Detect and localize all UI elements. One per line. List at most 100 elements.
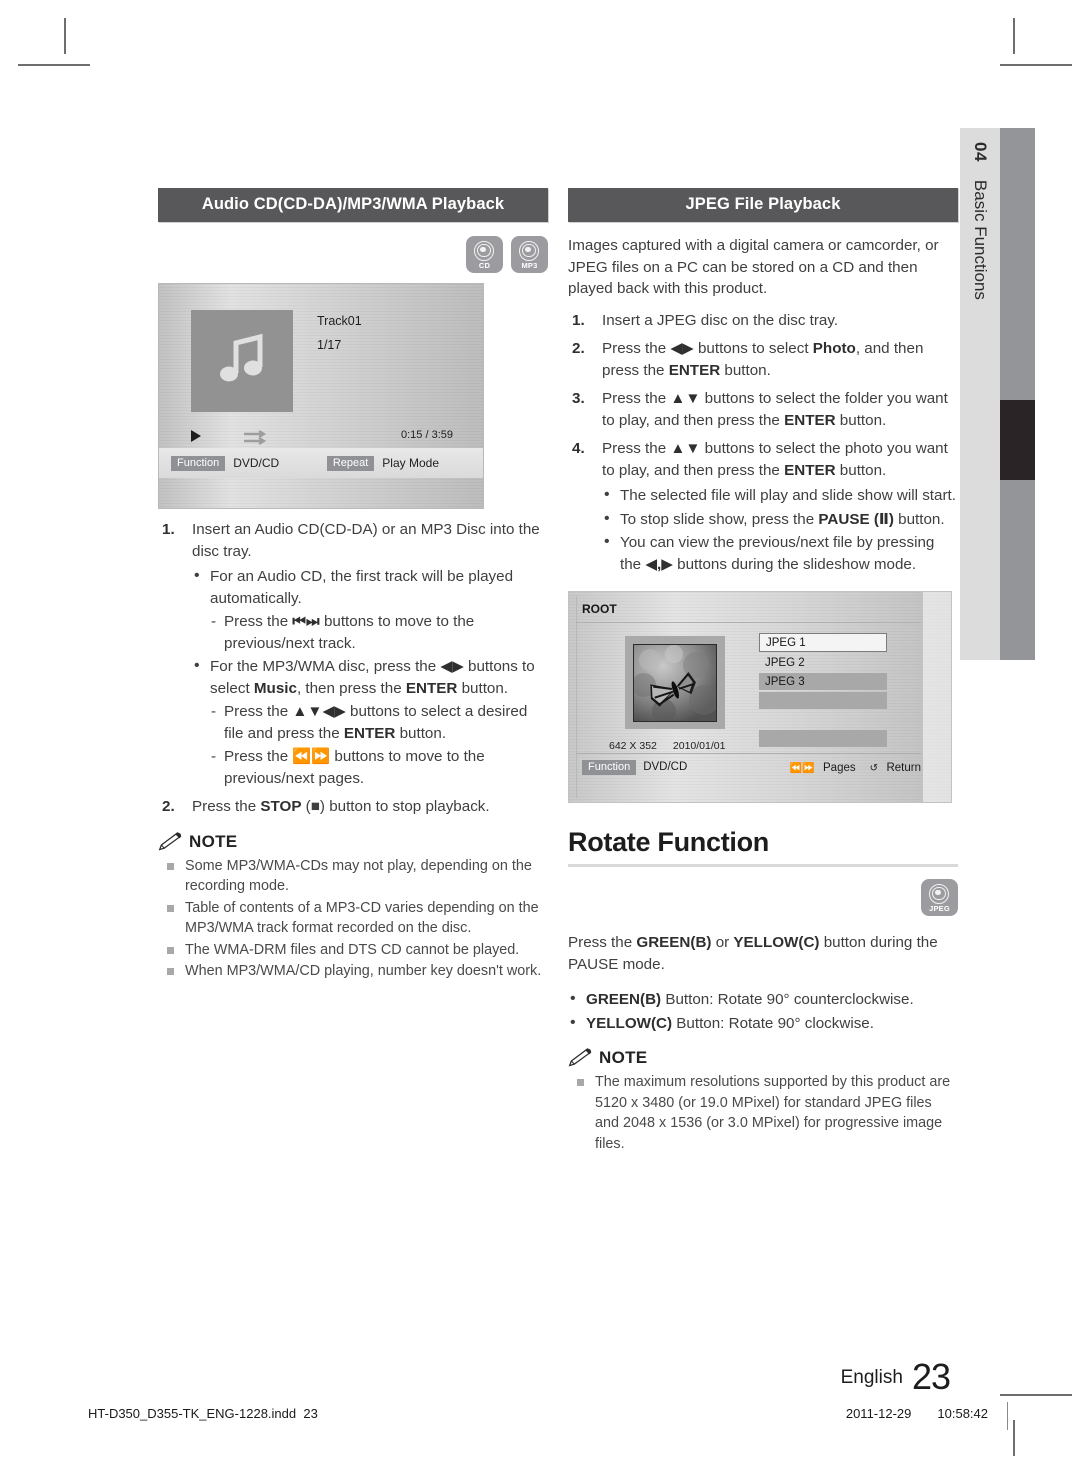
remote-button-symbol: ⏪⏩: [292, 748, 331, 765]
side-tab-active-marker: [1000, 400, 1035, 480]
rotate-bullets: GREEN(B) Button: Rotate 90° counterclock…: [568, 988, 958, 1034]
step-item: 1. Insert a JPEG disc on the disc tray.: [568, 310, 958, 332]
osd-file-item-empty: [759, 711, 887, 728]
osd-thumbnail-frame: [625, 636, 725, 729]
footer-language: English: [840, 1367, 903, 1388]
enter-button-label: ENTER: [405, 679, 458, 697]
page-footer: English 23: [0, 1356, 1080, 1398]
step-mid: buttons to select: [693, 340, 813, 357]
osd-footer-bar: Function DVD/CD Repeat Play Mode: [159, 448, 483, 478]
osd-control-row: 0:15 / 3:59: [191, 429, 453, 446]
music-note-icon: [220, 333, 263, 382]
bullet-item: The selected file will play and slide sh…: [602, 484, 958, 507]
osd-time-total: 3:59: [431, 429, 453, 441]
crop-mark-left-top: [18, 64, 90, 66]
menu-item-photo: Photo: [812, 340, 856, 357]
bullet-text-c: , then press the: [296, 679, 406, 697]
note-list-audio: Some MP3/WMA-CDs may not play, depending…: [158, 856, 548, 982]
note-header-audio: NOTE: [158, 832, 548, 852]
badge-mp3: MP3: [511, 236, 548, 273]
green-button-label: GREEN(B): [636, 934, 712, 951]
bullet-item: You can view the previous/next file by p…: [602, 531, 958, 575]
remote-button-symbol: ⏮⏭: [292, 613, 320, 630]
print-date: 2011-12-29: [845, 1406, 912, 1421]
osd-image-meta: 642 X 352 2010/01/01: [609, 740, 741, 752]
manual-page: 04 Basic Functions Audio CD(CD-DA)/MP3/W…: [0, 0, 1080, 1479]
chapter-side-tab: 04 Basic Functions: [960, 128, 1035, 660]
osd-pages-control[interactable]: ⏪⏩ Pages: [790, 758, 856, 776]
dash-pre: Press the: [224, 748, 293, 765]
indd-page: 23: [303, 1406, 318, 1421]
osd-pages-label: Pages: [823, 762, 856, 774]
print-file-name: HT-D350_D355-TK_ENG-1228.indd 23: [88, 1406, 318, 1421]
note-title: NOTE: [599, 1048, 648, 1067]
chapter-name: Basic Functions: [971, 179, 990, 300]
step-post: button to stop playback.: [329, 798, 490, 815]
enter-button-label: ENTER: [784, 461, 836, 479]
osd-function-value: DVD/CD: [233, 456, 280, 470]
step-number: 4.: [572, 440, 585, 457]
osd-time-elapsed: 0:15: [400, 429, 423, 441]
green-button-label: GREEN(B): [586, 991, 662, 1008]
osd-footer-bar: Function DVD/CD ⏪⏩ Pages ↺ Return: [576, 753, 921, 780]
osd-music-player-screenshot: Track01 1/17 0:15 / 3:59 Function DVD/CD…: [158, 283, 484, 509]
stop-button-symbol: (■): [301, 798, 330, 815]
play-icon: [191, 430, 201, 442]
yellow-button-label: YELLOW(C): [733, 934, 820, 951]
print-timestamp: 2011-12-29 10:58:42: [820, 1406, 988, 1421]
indd-file-name: HT-D350_D355-TK_ENG-1228.indd: [88, 1406, 297, 1421]
osd-function-chip[interactable]: Function: [171, 455, 226, 471]
print-metadata-footer: HT-D350_D355-TK_ENG-1228.indd 23 2011-12…: [0, 1402, 1080, 1436]
osd-titlebar: ROOT: [576, 596, 921, 623]
right-column: JPEG File Playback Images captured with …: [568, 188, 958, 1155]
osd-return-control[interactable]: ↺ Return: [870, 758, 921, 776]
osd-footer-right: ⏪⏩ Pages ↺ Return: [790, 758, 921, 776]
osd-play-mode: Play Mode: [382, 456, 439, 470]
section-header-audio-cd: Audio CD(CD-DA)/MP3/WMA Playback: [158, 188, 548, 222]
side-tab-bar: [1000, 128, 1035, 660]
dash-item: Press the ⏪⏩ buttons to move to the prev…: [210, 746, 548, 789]
note-header-rotate: NOTE: [568, 1048, 958, 1068]
osd-file-item[interactable]: JPEG 2: [759, 654, 887, 671]
pause-button-symbol: (Ⅱ): [869, 510, 899, 528]
enter-button-label: ENTER: [343, 724, 396, 742]
osd-time-display: 0:15 / 3:59: [401, 429, 453, 441]
step-post: button.: [835, 411, 887, 429]
disc-icon: [929, 883, 950, 905]
left-column: Audio CD(CD-DA)/MP3/WMA Playback CD MP3: [158, 188, 548, 983]
step-post: button.: [720, 361, 771, 379]
format-badge-row-audio: CD MP3: [158, 236, 548, 273]
stop-button-label: STOP: [260, 798, 302, 815]
audio-steps-list: 1. Insert an Audio CD(CD-DA) or an MP3 D…: [158, 519, 548, 818]
album-art-placeholder: [191, 310, 293, 412]
step-post: button.: [835, 461, 887, 479]
menu-item-music: Music: [253, 679, 297, 697]
rotate-function-heading: Rotate Function: [568, 827, 769, 857]
bullet-item: To stop slide show, press the PAUSE (Ⅱ) …: [602, 508, 958, 531]
bullet-text: Button: Rotate 90° clockwise.: [672, 1014, 874, 1032]
osd-file-item-empty: [759, 730, 887, 747]
badge-cd-label: CD: [478, 260, 491, 270]
bullet-text-a: For the MP3/WMA disc, press the: [210, 658, 441, 675]
bullet-pre: To stop slide show, press the: [620, 510, 819, 528]
butterfly-photo: [633, 643, 717, 722]
rotate-function-section: Rotate Function JPEG Press the GREEN(B) …: [568, 827, 958, 1154]
dash-item: Press the ▲▼◀▶ buttons to select a desir…: [210, 701, 548, 744]
osd-function-chip[interactable]: Function: [582, 759, 637, 775]
bullet-text-d: button.: [457, 679, 509, 697]
remote-button-symbol: ◀▶: [670, 340, 694, 357]
rotate-heading-rule: [568, 864, 958, 867]
step-pre: Press the: [602, 340, 671, 357]
step-item: 2. Press the ◀▶ buttons to select Photo,…: [568, 338, 958, 381]
osd-right-shade: [923, 592, 951, 802]
remote-button-symbol: ▲▼: [670, 440, 701, 457]
yellow-button-label: YELLOW(C): [586, 1014, 673, 1032]
shuffle-icon: [244, 430, 267, 445]
remote-button-symbol: ◀▶: [440, 658, 464, 675]
osd-file-item[interactable]: JPEG 3: [759, 673, 887, 690]
bullet-item: For an Audio CD, the first track will be…: [192, 565, 548, 654]
crop-mark-right-top: [1000, 64, 1072, 66]
osd-repeat-chip[interactable]: Repeat: [326, 455, 375, 471]
osd-file-item-selected[interactable]: JPEG 1: [759, 633, 887, 652]
osd-image-date: 2010/01/01: [672, 740, 726, 752]
